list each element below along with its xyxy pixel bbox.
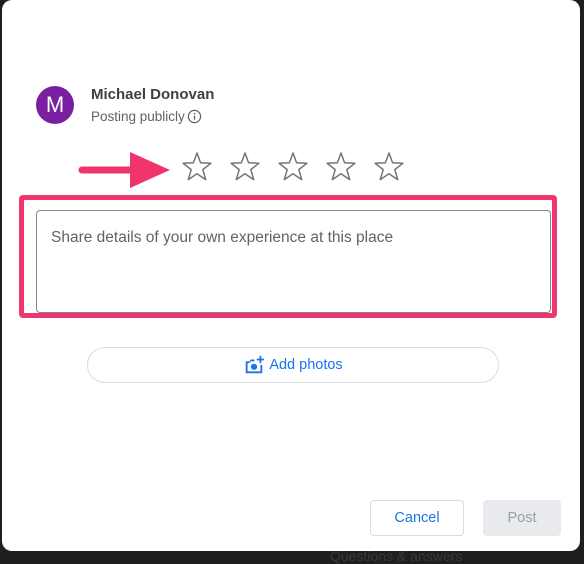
add-photos-button[interactable]: Add photos [87,347,499,383]
star-outline-icon[interactable] [180,150,214,184]
avatar: M [36,86,74,124]
add-photos-label: Add photos [269,357,343,373]
info-icon[interactable] [187,109,202,124]
review-textarea[interactable]: Share details of your own experience at … [36,210,551,313]
posting-visibility: Posting publicly [91,109,202,124]
star-outline-icon[interactable] [276,150,310,184]
post-button[interactable]: Post [483,500,561,536]
star-outline-icon[interactable] [372,150,406,184]
star-rating [180,150,420,184]
review-placeholder: Share details of your own experience at … [51,229,394,246]
posting-visibility-label: Posting publicly [91,109,185,124]
star-outline-icon[interactable] [228,150,262,184]
user-name: Michael Donovan [91,86,215,103]
cancel-button[interactable]: Cancel [370,500,464,536]
annotation-arrow [78,152,170,188]
add-photo-icon [246,355,265,374]
star-outline-icon[interactable] [324,150,358,184]
review-dialog: M Michael Donovan Posting publicly Share… [2,0,580,551]
